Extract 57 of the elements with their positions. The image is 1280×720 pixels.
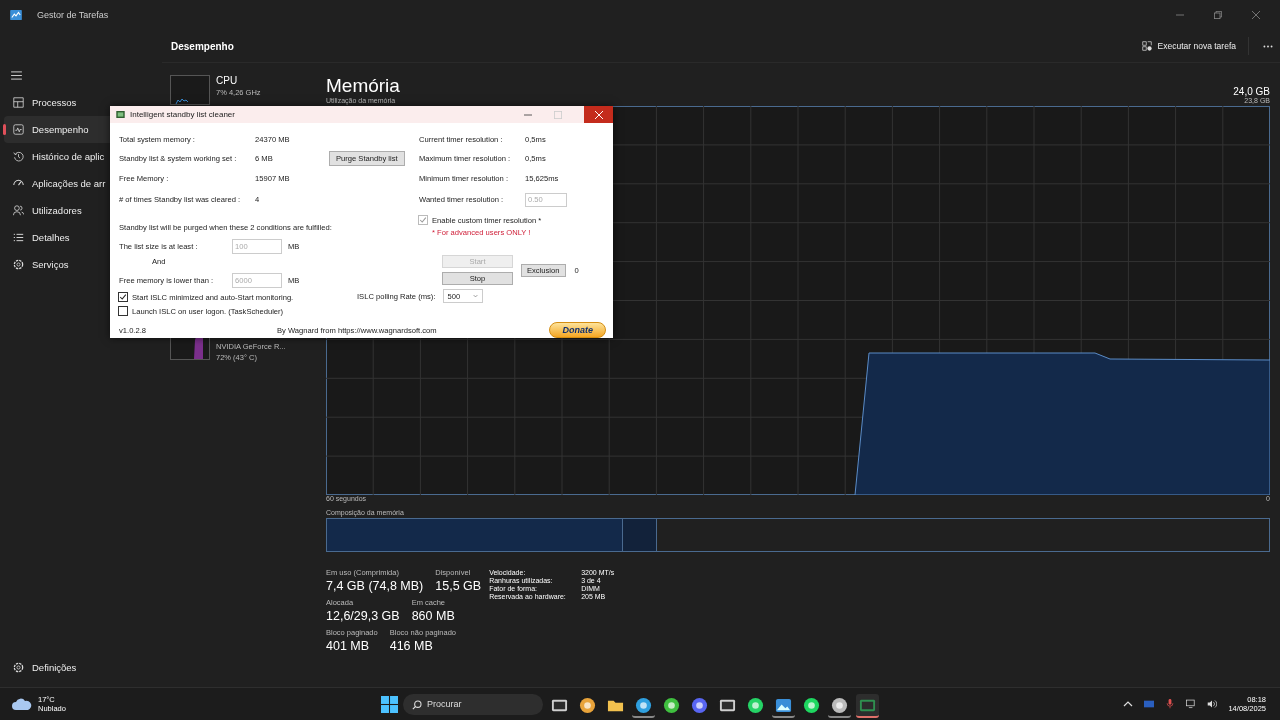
search-field[interactable]: Procurar [403,693,543,715]
stat-value: 12,6/29,3 GB [326,609,400,623]
checkbox[interactable] [118,292,128,302]
close-button[interactable] [584,106,613,123]
sidebar-label: Detalhes [32,232,70,243]
run-task-button[interactable]: Executar nova tarefa [1137,37,1240,55]
grid-icon [13,97,24,108]
sidebar-label: Serviços [32,259,69,270]
stat-value: 7,4 GB (74,8 MB) [326,579,424,593]
monitor-icon[interactable] [1186,699,1197,709]
panel-title: Memória [326,75,400,97]
total-memory: 24,0 GB [1233,86,1270,97]
stat-value: 860 MB [411,609,455,623]
sidebar-label: Desempenho [32,124,89,135]
caret-icon [472,294,478,298]
image-icon [775,697,792,714]
cloud-icon [12,698,32,710]
checkbox[interactable] [118,306,128,316]
microphone-icon[interactable] [1165,699,1176,709]
monitor-icon [859,697,876,714]
thumbnail-graph [170,75,210,105]
chevron-up-icon[interactable] [1123,699,1134,709]
stat-value: 15,5 GB [435,579,482,593]
search-icon [412,699,422,710]
speaker-icon[interactable] [1207,699,1218,709]
app-icon [10,10,22,20]
gear-icon [13,259,24,270]
new-task-icon [1141,41,1152,51]
restore-icon[interactable] [1214,11,1222,19]
menu-icon[interactable] [11,71,22,80]
users-icon [13,205,24,216]
close-icon[interactable] [1252,11,1260,19]
window-icon [551,697,568,714]
window-title: Gestor de Tarefas [37,10,109,20]
close-icon [594,110,603,119]
more-icon[interactable] [1263,44,1273,48]
sidebar-label: Aplicações de arr [32,178,106,189]
window-icon [719,697,736,714]
dialog-title: Intelligent standby list cleaner [130,110,235,119]
stat-value: 416 MB [389,639,434,653]
sidebar-label: Histórico de aplic [32,151,105,162]
stat-value: 401 MB [326,639,371,653]
history-icon [13,151,24,162]
settings-icon [13,662,24,673]
pulse-icon [13,124,24,135]
page-title: Desempenho [171,40,234,52]
circle-icon [831,697,848,714]
sidebar-label: Definições [32,662,77,673]
sidebar-label: Processos [32,97,77,108]
app-icon [116,111,125,118]
start-icon[interactable] [381,695,398,713]
list-icon [13,232,24,243]
donate-button[interactable]: Donate [549,322,606,338]
circle-icon [663,697,680,714]
sidebar-label: Utilizadores [32,205,82,216]
device-name: CPU [216,75,239,86]
settings-item[interactable]: Definições [4,654,158,681]
